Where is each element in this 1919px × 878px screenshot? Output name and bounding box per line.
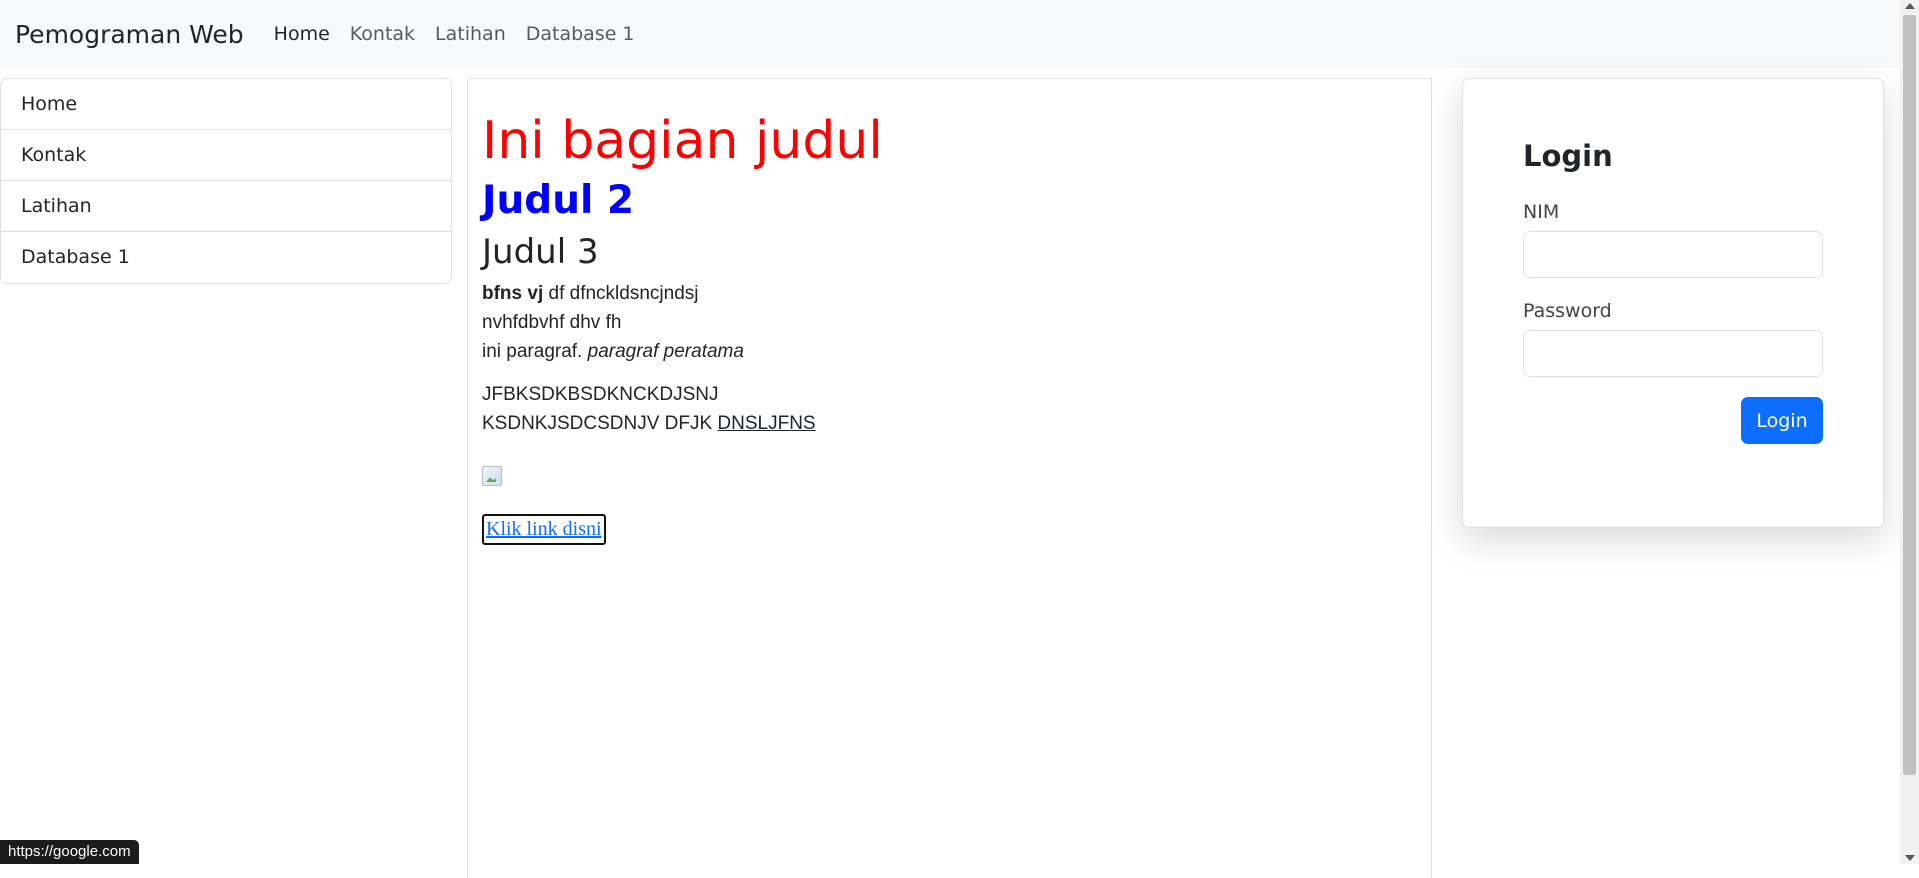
heading-2: Judul 2 bbox=[482, 178, 635, 223]
status-bar-url: https://google.com bbox=[0, 840, 139, 864]
top-navbar: Pemograman Web Home Kontak Latihan Datab… bbox=[0, 0, 1900, 68]
nav-link-latihan[interactable]: Latihan bbox=[435, 23, 506, 45]
scrollbar-thumb[interactable] bbox=[1903, 15, 1916, 775]
paragraph-1-italic: paragraf peratama bbox=[587, 341, 744, 362]
klik-link[interactable]: Klik link disni bbox=[482, 514, 606, 545]
paragraph-2-line-1: JFBKSDKBSDKNCKDJSNJ bbox=[482, 384, 719, 405]
paragraph-2-underline: DNSLJFNS bbox=[717, 413, 816, 434]
paragraph-1-line-2: nvhfdbvhf dhv fh bbox=[482, 312, 622, 333]
login-button-row: Login bbox=[1523, 397, 1823, 444]
sidebar-item-home[interactable]: Home bbox=[1, 79, 451, 130]
scroll-up-icon[interactable] bbox=[1905, 3, 1915, 9]
password-label: Password bbox=[1523, 300, 1612, 322]
main-content: Ini bagian judul Judul 2 Judul 3 bfns vj… bbox=[467, 78, 1432, 878]
login-button[interactable]: Login bbox=[1741, 397, 1823, 444]
paragraph-2-line-2: KSDNKJSDCSDNJV DFJK bbox=[482, 413, 718, 434]
login-title: Login bbox=[1523, 139, 1613, 173]
password-input[interactable] bbox=[1523, 330, 1823, 377]
heading-3: Judul 3 bbox=[482, 232, 599, 272]
vertical-scrollbar[interactable] bbox=[1900, 0, 1919, 864]
nav-link-home[interactable]: Home bbox=[274, 23, 330, 45]
sidebar-item-kontak[interactable]: Kontak bbox=[1, 130, 451, 181]
scroll-down-icon[interactable] bbox=[1905, 855, 1915, 861]
sidebar-item-database-1[interactable]: Database 1 bbox=[1, 232, 451, 283]
login-card: Login NIM Password Login bbox=[1462, 78, 1884, 528]
nim-label: NIM bbox=[1523, 201, 1560, 223]
paragraph-1-text: df dfnckldsncjndsj bbox=[543, 283, 699, 304]
navbar-brand[interactable]: Pemograman Web bbox=[15, 20, 244, 49]
paragraph-2: JFBKSDKBSDKNCKDJSNJ KSDNKJSDCSDNJV DFJK … bbox=[482, 380, 1417, 438]
sidebar-item-latihan[interactable]: Latihan bbox=[1, 181, 451, 232]
paragraph-1-line-3: ini paragraf. bbox=[482, 341, 588, 362]
paragraph-1: bfns vj df dfnckldsncjndsj nvhfdbvhf dhv… bbox=[482, 279, 1417, 366]
sidebar-list-group: Home Kontak Latihan Database 1 bbox=[0, 78, 452, 284]
broken-image-icon bbox=[482, 466, 502, 486]
nim-input[interactable] bbox=[1523, 231, 1823, 278]
nav-link-kontak[interactable]: Kontak bbox=[350, 23, 415, 45]
paragraph-1-bold: bfns vj bbox=[482, 283, 544, 304]
nav-link-database-1[interactable]: Database 1 bbox=[526, 23, 635, 45]
heading-1: Ini bagian judul bbox=[482, 111, 883, 171]
